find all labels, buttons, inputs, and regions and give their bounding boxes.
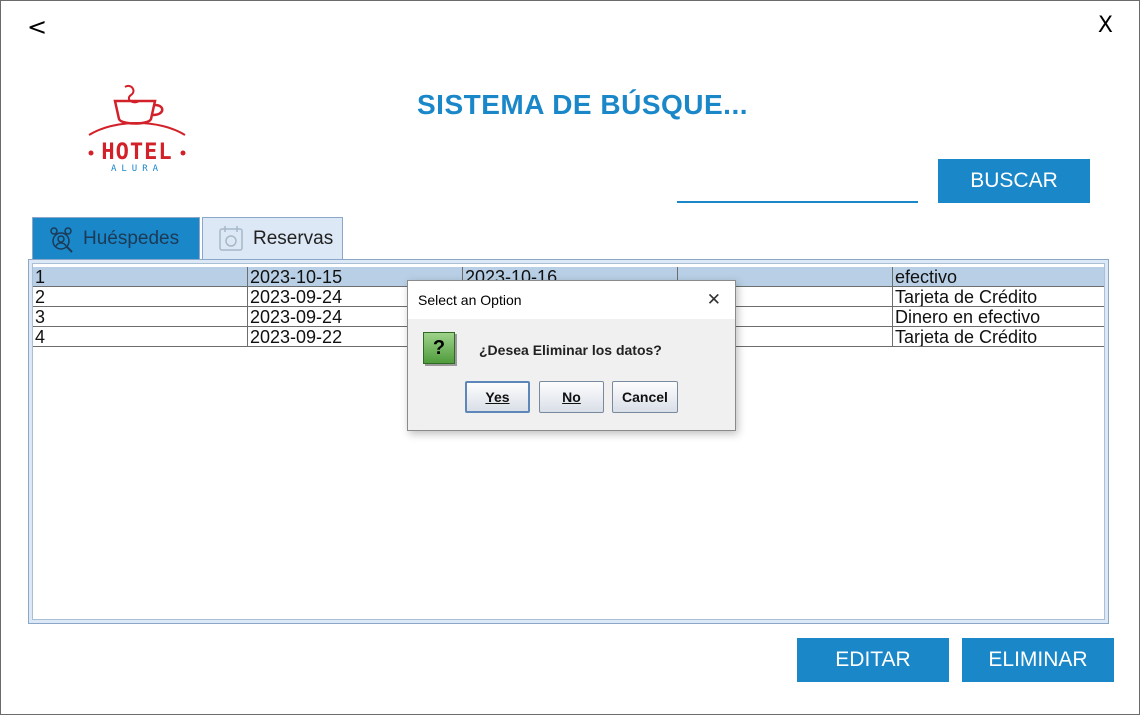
tab-reservations[interactable]: Reservas: [202, 217, 343, 260]
reservations-icon: [219, 226, 243, 251]
tab-reservations-label: Reservas: [253, 228, 334, 249]
search-button[interactable]: BUSCAR: [938, 159, 1090, 203]
svg-text:ALURA: ALURA: [111, 164, 163, 174]
table-cell: 3: [33, 307, 248, 326]
table-cell: 4: [33, 327, 248, 346]
edit-button[interactable]: EDITAR: [797, 638, 949, 682]
table-cell: Dinero en efectivo: [893, 307, 1104, 326]
hotel-logo-graphic: HOTEL ALURA: [88, 85, 186, 174]
no-button[interactable]: No: [539, 381, 604, 413]
question-icon: ?: [423, 332, 455, 364]
hotel-logo: HOTEL ALURA: [85, 83, 189, 175]
page-title: SISTEMA DE BÚSQUE...: [417, 89, 749, 120]
yes-button-label: Yes: [485, 389, 510, 405]
dialog-close-icon[interactable]: ✕: [707, 290, 721, 310]
table-cell: Tarjeta de Crédito: [893, 327, 1104, 346]
close-window-button[interactable]: X: [1098, 13, 1113, 38]
dialog-message: ¿Desea Eliminar los datos?: [479, 342, 662, 358]
dialog-title: Select an Option: [418, 292, 522, 308]
confirm-dialog: Select an Option ✕ ? ¿Desea Eliminar los…: [407, 280, 736, 431]
search-input[interactable]: [677, 167, 918, 203]
back-button[interactable]: <: [27, 13, 47, 41]
svg-text:HOTEL: HOTEL: [101, 140, 172, 165]
no-button-label: No: [562, 389, 581, 405]
yes-button[interactable]: Yes: [465, 381, 530, 413]
cancel-button-label: Cancel: [622, 389, 668, 405]
table-cell: 2: [33, 287, 248, 306]
table-cell: Tarjeta de Crédito: [893, 287, 1104, 306]
tab-guests-label: Huéspedes: [83, 228, 180, 249]
table-cell: 1: [33, 267, 248, 286]
table-cell: efectivo: [893, 267, 1104, 286]
cancel-button[interactable]: Cancel: [612, 381, 678, 413]
guests-icon: [50, 227, 73, 253]
tab-guests[interactable]: Huéspedes: [32, 217, 200, 260]
dialog-titlebar: Select an Option ✕: [408, 281, 735, 319]
delete-button[interactable]: ELIMINAR: [962, 638, 1114, 682]
